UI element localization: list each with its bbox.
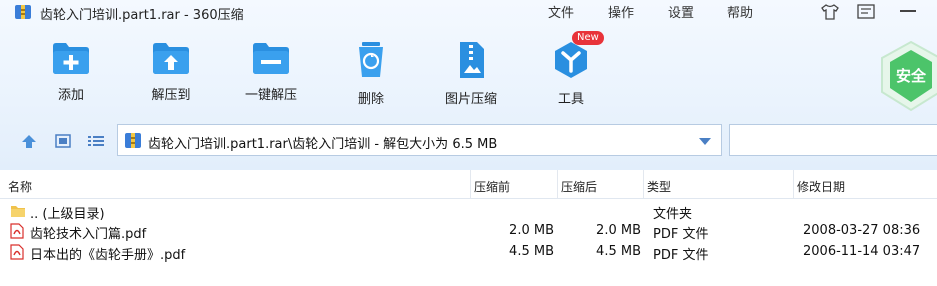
column-divider[interactable] (793, 170, 794, 198)
archive-app-icon (15, 5, 31, 19)
column-type[interactable]: 类型 (647, 178, 671, 195)
new-badge: New (572, 31, 604, 45)
security-shield-icon[interactable]: 安全 (880, 40, 937, 112)
window-title: 齿轮入门培训.part1.rar - 360压缩 (40, 8, 244, 23)
menu-settings[interactable]: 设置 (668, 2, 694, 21)
file-modified: 2006-11-14 03:47 (803, 244, 921, 259)
archive-icon (125, 133, 141, 148)
address-dropdown-icon[interactable] (699, 138, 711, 145)
column-size-before[interactable]: 压缩前 (474, 178, 510, 195)
add-button[interactable]: 添加 (26, 40, 116, 110)
add-label: 添加 (57, 88, 84, 103)
image-compress-label: 图片压缩 (444, 92, 497, 107)
file-size-after: 4.5 MB (596, 244, 641, 259)
one-key-extract-button[interactable]: 一键解压 (226, 40, 316, 110)
column-divider[interactable] (470, 170, 471, 198)
menu-operation[interactable]: 操作 (608, 2, 634, 21)
recycle-bin-icon (359, 42, 383, 77)
thumbnail-view-icon[interactable] (54, 133, 72, 149)
search-input[interactable] (729, 124, 937, 156)
minimize-button[interactable] (900, 10, 916, 12)
file-modified: 2008-03-27 08:36 (803, 223, 921, 238)
image-zip-icon (460, 42, 484, 78)
file-size-after: 2.0 MB (596, 223, 641, 238)
list-item-file[interactable]: 日本出的《齿轮手册》.pdf 4.5 MB 4.5 MB PDF 文件 2006… (0, 242, 937, 263)
top-panel: 齿轮入门培训.part1.rar - 360压缩 文件 操作 设置 帮助 添加 (0, 0, 937, 170)
add-folder-icon (53, 43, 89, 74)
security-label: 安全 (896, 67, 927, 85)
file-name: 日本出的《齿轮手册》.pdf (30, 248, 186, 263)
pdf-icon (10, 223, 24, 239)
title-bar: 齿轮入门培训.part1.rar - 360压缩 文件 操作 设置 帮助 (0, 0, 937, 24)
skin-icon[interactable] (820, 3, 840, 21)
file-name: .. (上级目录) (30, 207, 105, 222)
file-size-before: 2.0 MB (509, 223, 554, 238)
up-arrow-icon[interactable] (20, 133, 38, 149)
file-type: PDF 文件 (653, 248, 709, 263)
pdf-icon (10, 244, 24, 260)
extract-to-button[interactable]: 解压到 (126, 40, 216, 110)
one-key-extract-label: 一键解压 (244, 88, 297, 103)
file-type: 文件夹 (653, 207, 693, 222)
menu-help[interactable]: 帮助 (727, 2, 753, 21)
column-name[interactable]: 名称 (8, 178, 32, 195)
tools-label: 工具 (557, 92, 584, 107)
list-view-icon[interactable] (86, 133, 106, 149)
file-list-header: 名称 压缩前 压缩后 类型 修改日期 (0, 170, 937, 199)
menu-file[interactable]: 文件 (548, 2, 574, 21)
delete-button[interactable]: 删除 (326, 40, 416, 110)
tools-button[interactable]: 工具 (526, 40, 616, 110)
tools-box-icon (555, 42, 587, 78)
file-size-before: 4.5 MB (509, 244, 554, 259)
column-size-after[interactable]: 压缩后 (561, 178, 597, 195)
file-name: 齿轮技术入门篇.pdf (30, 227, 147, 242)
column-divider[interactable] (643, 170, 644, 198)
one-key-extract-icon (253, 43, 289, 74)
delete-label: 删除 (357, 92, 384, 107)
feedback-icon[interactable] (856, 3, 876, 21)
column-divider[interactable] (557, 170, 558, 198)
address-path: 齿轮入门培训.part1.rar\齿轮入门培训 - 解包大小为 6.5 MB (148, 137, 498, 152)
list-item-file[interactable]: 齿轮技术入门篇.pdf 2.0 MB 2.0 MB PDF 文件 2008-03… (0, 221, 937, 242)
extract-folder-icon (153, 43, 189, 74)
extract-to-label: 解压到 (151, 88, 191, 103)
list-item-parent-dir[interactable]: .. (上级目录) 文件夹 (0, 201, 937, 222)
file-type: PDF 文件 (653, 227, 709, 242)
folder-icon (11, 206, 25, 217)
image-compress-button[interactable]: 图片压缩 (426, 40, 516, 110)
address-bar[interactable]: 齿轮入门培训.part1.rar\齿轮入门培训 - 解包大小为 6.5 MB (117, 124, 722, 156)
column-modified[interactable]: 修改日期 (797, 178, 845, 195)
